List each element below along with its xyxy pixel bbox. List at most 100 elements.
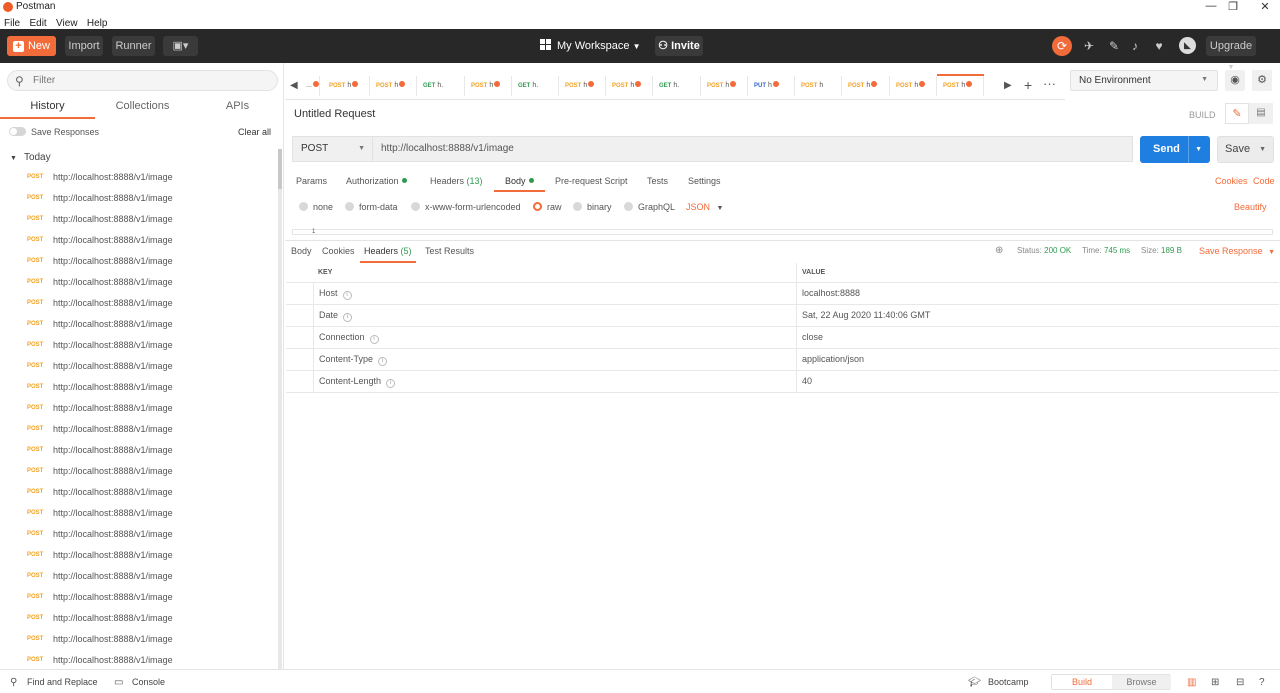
tab-headers[interactable]: Headers (13) (430, 176, 483, 192)
request-tab[interactable]: PUT h (748, 76, 795, 96)
request-tab[interactable]: POST h (937, 76, 984, 96)
beautify-link[interactable]: Beautify (1234, 202, 1267, 212)
maximize-button[interactable]: ❐ (1225, 0, 1241, 13)
resp-tab-test-results[interactable]: Test Results (425, 246, 474, 263)
list-item[interactable]: POST http://localhost:8888/v1/image (0, 462, 278, 483)
radio-urlencoded[interactable]: x-www-form-urlencoded (411, 202, 521, 212)
resp-tab-cookies[interactable]: Cookies (322, 246, 355, 263)
toggle-switch[interactable] (9, 127, 26, 136)
find-icon[interactable]: ⚲ (10, 677, 17, 688)
list-item[interactable]: POST http://localhost:8888/v1/image (0, 504, 278, 525)
resp-tab-headers[interactable]: Headers (5) (360, 246, 416, 263)
eye-icon[interactable]: ◉ (1225, 70, 1245, 91)
list-item[interactable]: POST http://localhost:8888/v1/image (0, 252, 278, 273)
radio-binary[interactable]: binary (573, 202, 612, 212)
radio-circle-selected[interactable] (533, 202, 542, 211)
list-item[interactable]: POST http://localhost:8888/v1/image (0, 609, 278, 630)
upgrade-button[interactable]: Upgrade ▼ (1206, 36, 1256, 71)
method-select[interactable]: POST ▼ (292, 136, 373, 162)
find-replace-button[interactable]: Find and Replace (27, 677, 98, 687)
radio-circle[interactable] (299, 202, 308, 211)
list-item[interactable]: POST http://localhost:8888/v1/image (0, 231, 278, 252)
list-item[interactable]: POST http://localhost:8888/v1/image (0, 168, 278, 189)
radio-graphql[interactable]: GraphQL (624, 202, 675, 212)
tab-history[interactable]: History (0, 100, 95, 119)
code-link[interactable]: Code (1253, 176, 1275, 186)
menu-view[interactable]: View (56, 18, 78, 29)
list-item[interactable]: POST http://localhost:8888/v1/image (0, 336, 278, 357)
list-item[interactable]: POST http://localhost:8888/v1/image (0, 567, 278, 588)
request-tab[interactable]: POST h (323, 76, 370, 96)
request-tab[interactable]: POST h (701, 76, 748, 96)
filter-input[interactable] (33, 73, 273, 88)
tab-scroll-right-icon[interactable]: ▶ (1004, 80, 1012, 91)
gear-icon[interactable]: ⚙ (1252, 70, 1272, 91)
sync-icon[interactable]: ⟳ (1052, 36, 1072, 56)
radio-circle[interactable] (411, 202, 420, 211)
list-item[interactable]: POST http://localhost:8888/v1/image (0, 189, 278, 210)
two-pane-icon[interactable]: ▥ (1187, 677, 1196, 688)
list-item[interactable]: POST http://localhost:8888/v1/image (0, 399, 278, 420)
request-tab[interactable]: ... (298, 76, 320, 96)
bell-icon[interactable]: ♪ (1126, 38, 1144, 56)
pencil-icon[interactable]: ✎ (1225, 103, 1249, 124)
workspace-selector[interactable]: My Workspace ▼ (540, 37, 641, 56)
wrench-icon[interactable]: ✎ (1105, 38, 1123, 56)
body-editor[interactable] (292, 229, 1273, 235)
build-mode-button[interactable]: Build (1052, 675, 1112, 689)
comment-icon[interactable]: ▤ (1249, 103, 1273, 124)
request-tab[interactable]: POST h (890, 76, 937, 96)
more-tabs-icon[interactable]: ··· (1043, 76, 1056, 91)
new-button[interactable]: + New (7, 36, 56, 56)
tab-body[interactable]: Body (494, 176, 545, 192)
save-response-button[interactable]: Save Response ▼ (1199, 246, 1275, 256)
console-button[interactable]: Console (132, 677, 165, 687)
browse-mode-button[interactable]: Browse (1112, 675, 1171, 689)
list-item[interactable]: POST http://localhost:8888/v1/image (0, 483, 278, 504)
radio-circle[interactable] (345, 202, 354, 211)
new-window-button[interactable]: ▣▾ (163, 36, 198, 56)
format-select[interactable]: JSON ▼ (686, 202, 723, 212)
tab-apis[interactable]: APIs (190, 100, 283, 119)
list-item[interactable]: POST http://localhost:8888/v1/image (0, 294, 278, 315)
request-tab[interactable]: POST h (842, 76, 890, 96)
scrollbar-thumb[interactable] (278, 149, 282, 189)
list-item[interactable]: POST http://localhost:8888/v1/image (0, 357, 278, 378)
request-tab[interactable]: GET h. (653, 76, 701, 96)
info-icon[interactable]: i (342, 291, 352, 300)
tab-prerequest[interactable]: Pre-request Script (555, 176, 628, 192)
radio-none[interactable]: none (299, 202, 333, 212)
sidebar-scrollbar[interactable] (278, 149, 282, 669)
add-tab-icon[interactable]: + (1024, 77, 1032, 93)
clear-all-link[interactable]: Clear all (238, 127, 271, 137)
save-button[interactable]: Save ▼ (1217, 136, 1274, 163)
tab-settings[interactable]: Settings (688, 176, 721, 192)
satellite-icon[interactable]: ✈ (1080, 38, 1098, 56)
request-tab[interactable]: POST h (559, 76, 606, 96)
request-tab[interactable]: POST h (370, 76, 417, 96)
radio-raw[interactable]: raw (533, 202, 562, 212)
resp-tab-body[interactable]: Body (291, 246, 312, 263)
request-title[interactable]: Untitled Request (294, 108, 375, 120)
list-item[interactable]: POST http://localhost:8888/v1/image (0, 441, 278, 462)
list-item[interactable]: POST http://localhost:8888/v1/image (0, 315, 278, 336)
list-item[interactable]: POST http://localhost:8888/v1/image (0, 378, 278, 399)
request-tab[interactable]: POST h (606, 76, 653, 96)
bootcamp-icon[interactable]: 🎓︎ (968, 677, 981, 688)
console-icon[interactable]: ▭ (114, 677, 123, 688)
send-button[interactable]: Send ▼ (1140, 136, 1210, 163)
tab-tests[interactable]: Tests (647, 176, 668, 192)
list-item[interactable]: POST http://localhost:8888/v1/image (0, 546, 278, 567)
info-icon[interactable]: i (386, 379, 396, 388)
list-item[interactable]: POST http://localhost:8888/v1/image (0, 273, 278, 294)
invite-button[interactable]: ⚇ Invite (655, 36, 703, 56)
cookies-link[interactable]: Cookies (1215, 176, 1248, 186)
globe-icon[interactable]: ⊕ (995, 245, 1003, 256)
menu-file[interactable]: File (4, 18, 20, 29)
tab-authorization[interactable]: Authorization (346, 176, 407, 192)
list-item[interactable]: POST http://localhost:8888/v1/image (0, 420, 278, 441)
tab-collections[interactable]: Collections (95, 100, 190, 119)
layout-icon[interactable]: ⊞ (1211, 677, 1219, 688)
request-tab[interactable]: GET h. (512, 76, 559, 96)
import-button[interactable]: Import (65, 36, 103, 56)
